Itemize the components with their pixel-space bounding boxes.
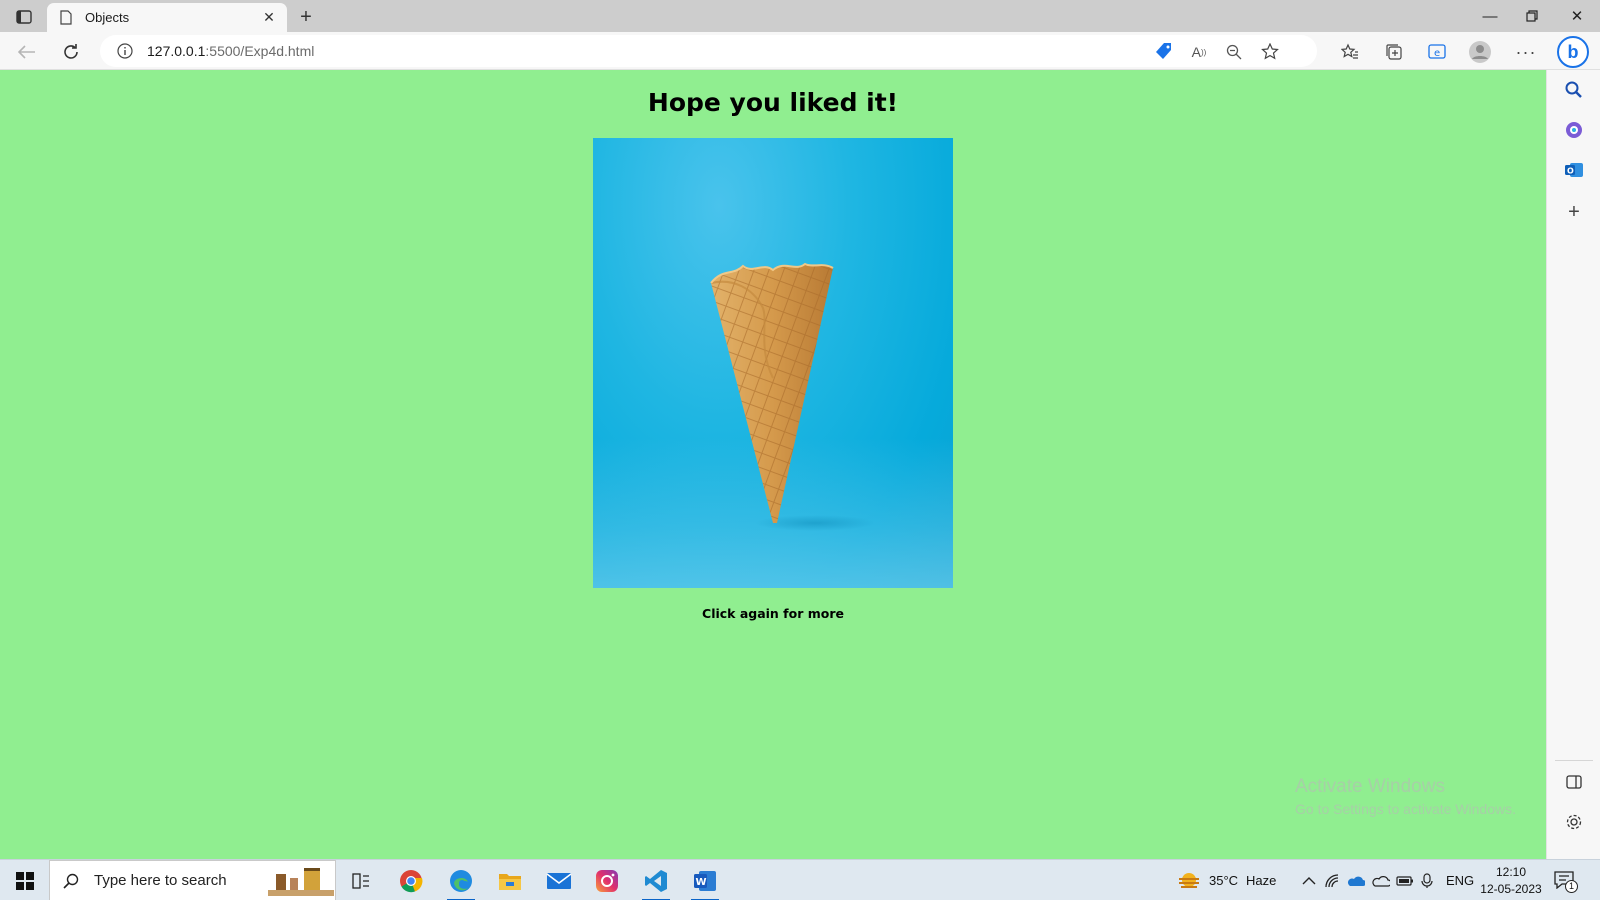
meet-now-icon[interactable] (1420, 860, 1434, 900)
bing-chat-icon[interactable]: b (1557, 36, 1589, 68)
restore-button[interactable] (1510, 0, 1554, 32)
onedrive-icon[interactable] (1347, 860, 1365, 900)
tab-actions-icon[interactable] (10, 6, 38, 28)
vscode-icon[interactable] (636, 860, 676, 900)
weather-widget[interactable]: 35°C Haze (1177, 860, 1276, 900)
sidebar-settings-icon[interactable] (1560, 808, 1588, 836)
wifi-icon[interactable] (1325, 860, 1341, 900)
activation-watermark: Activate Windows Go to Settings to activ… (1295, 776, 1516, 817)
weather-temp: 35°C (1209, 873, 1239, 888)
clock-time: 12:10 (1495, 865, 1527, 879)
url-host: 127.0.0.1 (147, 43, 206, 59)
clock-date: 12-05-2023 (1480, 882, 1542, 896)
edge-icon[interactable] (441, 860, 481, 900)
onedrive-personal-icon[interactable] (1372, 860, 1390, 900)
ie-mode-icon[interactable]: e (1424, 38, 1452, 66)
hide-sidebar-icon[interactable] (1560, 768, 1588, 796)
mail-icon[interactable] (541, 860, 577, 900)
close-tab-icon[interactable]: ✕ (259, 8, 279, 28)
task-view-icon[interactable] (346, 860, 376, 900)
url-path: :5500/Exp4d.html (205, 43, 315, 59)
refresh-icon[interactable] (57, 38, 85, 66)
browser-tab[interactable]: Objects ✕ (47, 3, 287, 32)
notification-count: 1 (1565, 879, 1578, 893)
close-window-button[interactable]: ✕ (1555, 0, 1599, 32)
notification-center-icon[interactable]: 1 (1554, 860, 1578, 900)
weather-condition: Haze (1246, 873, 1277, 888)
shopping-tag-icon[interactable] (1151, 40, 1177, 62)
favorites-icon[interactable] (1336, 38, 1364, 66)
word-icon[interactable]: W (685, 860, 725, 900)
search-placeholder: Type here to search (94, 872, 227, 889)
browser-toolbar: 127.0.0.1:5500/Exp4d.html A)) e ··· (0, 32, 1600, 70)
back-icon[interactable] (13, 38, 41, 66)
click-again-text: Click again for more (702, 606, 844, 621)
sidebar-divider (1555, 760, 1593, 761)
watermark-subtitle: Go to Settings to activate Windows. (1295, 801, 1516, 817)
watermark-title: Activate Windows (1295, 776, 1445, 797)
windows-taskbar: Type here to search W 35°C Haze ENG 12:1… (0, 859, 1600, 900)
show-hidden-icons-icon[interactable] (1302, 860, 1316, 900)
tab-title: Objects (85, 10, 130, 25)
taskbar-search[interactable]: Type here to search (49, 860, 336, 900)
search-icon (62, 872, 80, 890)
read-aloud-icon[interactable]: A)) (1186, 41, 1212, 63)
site-info-icon[interactable] (116, 42, 134, 60)
url-text: 127.0.0.1:5500/Exp4d.html (147, 43, 314, 59)
more-options-icon[interactable]: ··· (1512, 38, 1540, 66)
search-highlight-icon (268, 864, 334, 898)
add-favorite-icon[interactable] (1257, 41, 1283, 63)
outlook-icon[interactable]: O (1560, 156, 1588, 184)
svg-text:W: W (696, 877, 707, 888)
battery-icon[interactable] (1396, 860, 1414, 900)
page-heading: Hope you liked it! (647, 88, 899, 117)
taskbar-clock[interactable]: 12:10 12-05-2023 (1478, 864, 1544, 898)
weather-haze-icon (1177, 871, 1201, 891)
svg-text:e: e (1434, 48, 1440, 59)
minimize-button[interactable]: — (1468, 0, 1512, 32)
zoom-out-icon[interactable] (1221, 41, 1247, 63)
sidebar-tools-icon[interactable] (1560, 116, 1588, 144)
chrome-icon[interactable] (393, 860, 429, 900)
new-tab-button[interactable]: + (294, 5, 318, 29)
tab-strip: Objects ✕ + — ✕ (0, 0, 1600, 32)
edge-sidebar: O + (1546, 70, 1600, 859)
profile-avatar[interactable] (1466, 38, 1494, 66)
add-sidebar-app-icon[interactable]: + (1560, 198, 1588, 226)
language-indicator[interactable]: ENG (1446, 860, 1474, 900)
sidebar-search-icon[interactable] (1560, 76, 1588, 104)
svg-text:O: O (1567, 167, 1574, 176)
page-content: Hope you liked it! Click again for more … (0, 70, 1546, 859)
file-explorer-icon[interactable] (492, 860, 528, 900)
address-bar[interactable]: 127.0.0.1:5500/Exp4d.html A)) (100, 35, 1317, 67)
cone-illustration (710, 262, 875, 531)
page-icon (59, 10, 73, 26)
windows-start-icon[interactable] (0, 860, 49, 900)
instagram-icon[interactable] (589, 860, 625, 900)
collections-icon[interactable] (1380, 38, 1408, 66)
ice-cream-cone-image (593, 138, 953, 588)
